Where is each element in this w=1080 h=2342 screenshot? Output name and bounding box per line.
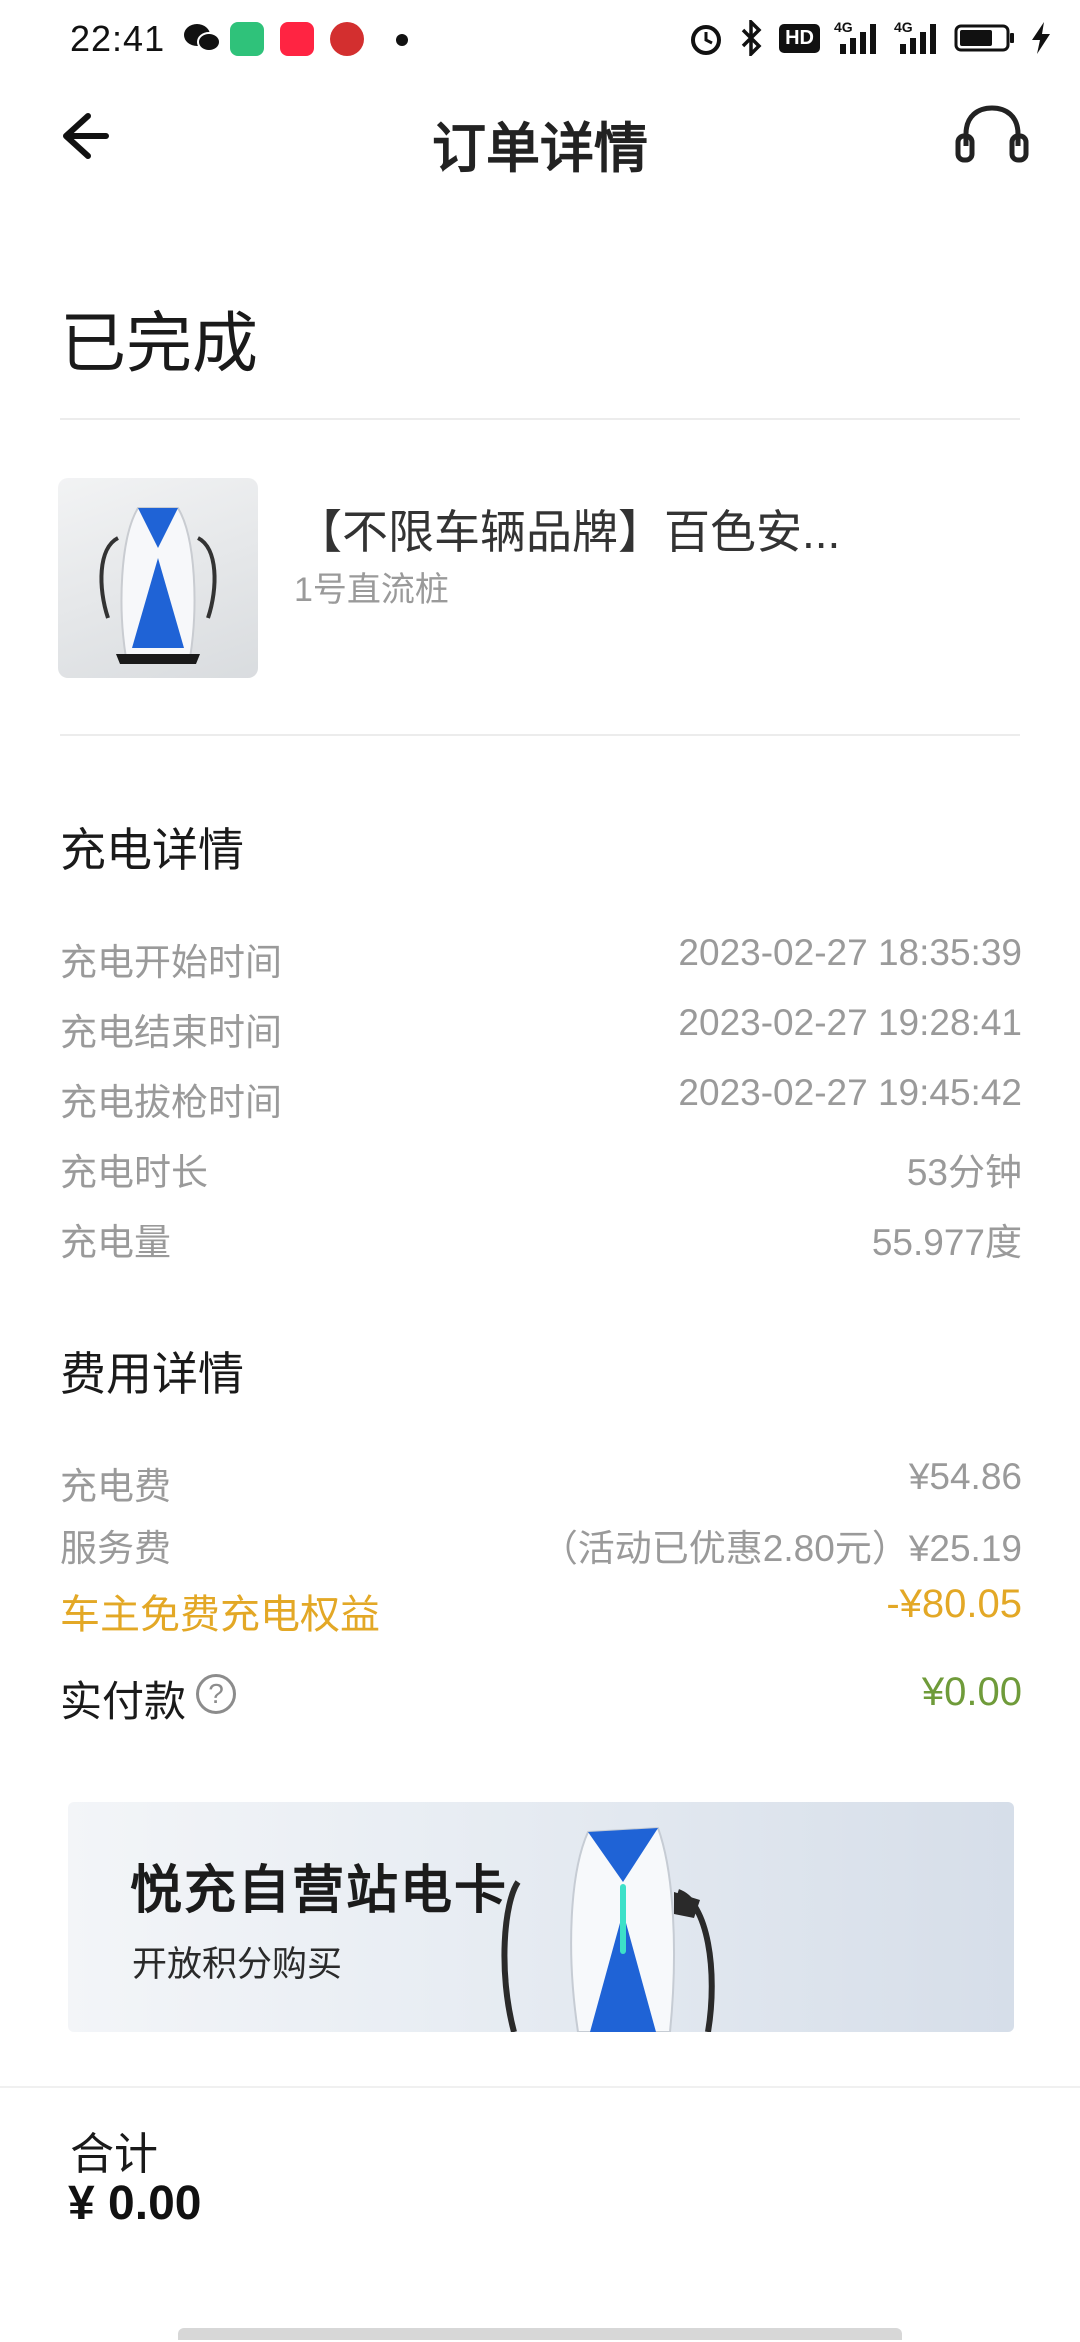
owner-benefit-value: -¥80.05: [886, 1582, 1022, 1626]
charge-start-label: 充电开始时间: [60, 942, 282, 983]
signal-icon-2: 4G: [894, 20, 936, 54]
battery-icon: [954, 24, 1014, 52]
station-name[interactable]: 【不限车辆品牌】百色安...: [296, 496, 840, 562]
unplug-time-value: 2023-02-27 19:45:42: [678, 1072, 1022, 1113]
divider: [60, 418, 1020, 420]
status-time: 22:41: [70, 18, 166, 59]
pile-name: 1号直流桩: [294, 571, 449, 609]
amount-paid-value: ¥0.00: [921, 1670, 1022, 1714]
promo-banner[interactable]: 悦充自营站电卡 开放积分购买: [68, 1802, 1014, 2032]
more-notifications-dot: [396, 34, 408, 46]
charge-energy-value: 55.977度: [871, 1222, 1022, 1263]
total-label: 合计: [70, 2130, 158, 2179]
fee-details-title: 费用详情: [60, 1348, 244, 1400]
app-notification-icon: [330, 22, 364, 56]
signal-icon-1: 4G: [834, 20, 876, 54]
home-indicator[interactable]: [178, 2328, 902, 2340]
bluetooth-icon: [741, 20, 762, 56]
charge-duration-label: 充电时长: [60, 1152, 208, 1193]
message-app-icon: [230, 22, 264, 56]
unplug-time-label: 充电拔枪时间: [60, 1082, 282, 1123]
charger-image: [99, 507, 217, 664]
charge-details-title: 充电详情: [60, 824, 244, 876]
hd-indicator: HD: [779, 23, 820, 53]
xiaohongshu-icon: [280, 22, 314, 56]
customer-service-headset-icon[interactable]: [952, 100, 1032, 172]
charger-illustration: [501, 1826, 715, 2032]
station-thumbnail[interactable]: [58, 478, 258, 678]
charging-bolt-icon: [1032, 22, 1050, 54]
amount-paid-label: 实付款: [60, 1678, 187, 1725]
page-title: 订单详情: [432, 119, 648, 179]
banner-title: 悦充自营站电卡: [130, 1862, 509, 1920]
status-icons: HD 4G 4G: [689, 16, 1052, 60]
charge-energy-label: 充电量: [60, 1222, 171, 1263]
charge-start-value: 2023-02-27 18:35:39: [678, 932, 1022, 973]
net-type-label-2: 4G: [894, 20, 913, 35]
charging-fee-value: ¥54.86: [908, 1456, 1022, 1497]
charge-duration-value: 53分钟: [906, 1152, 1022, 1193]
order-status: 已完成: [60, 306, 258, 380]
charging-fee-label: 充电费: [60, 1466, 171, 1507]
owner-benefit-label: 车主免费充电权益: [60, 1593, 380, 1637]
net-type-label-1: 4G: [834, 20, 853, 35]
total-value: ¥ 0.00: [68, 2177, 202, 2230]
charge-end-value: 2023-02-27 19:28:41: [678, 1002, 1022, 1043]
service-fee-label: 服务费: [60, 1528, 171, 1569]
help-question-icon[interactable]: ?: [196, 1674, 236, 1714]
alarm-icon: [691, 25, 722, 55]
service-fee-value: （活动已优惠2.80元）¥25.19: [540, 1528, 1022, 1569]
charge-end-label: 充电结束时间: [60, 1012, 282, 1053]
wechat-icon: [184, 24, 221, 52]
banner-subtitle: 开放积分购买: [132, 1945, 343, 1984]
divider: [60, 734, 1020, 736]
